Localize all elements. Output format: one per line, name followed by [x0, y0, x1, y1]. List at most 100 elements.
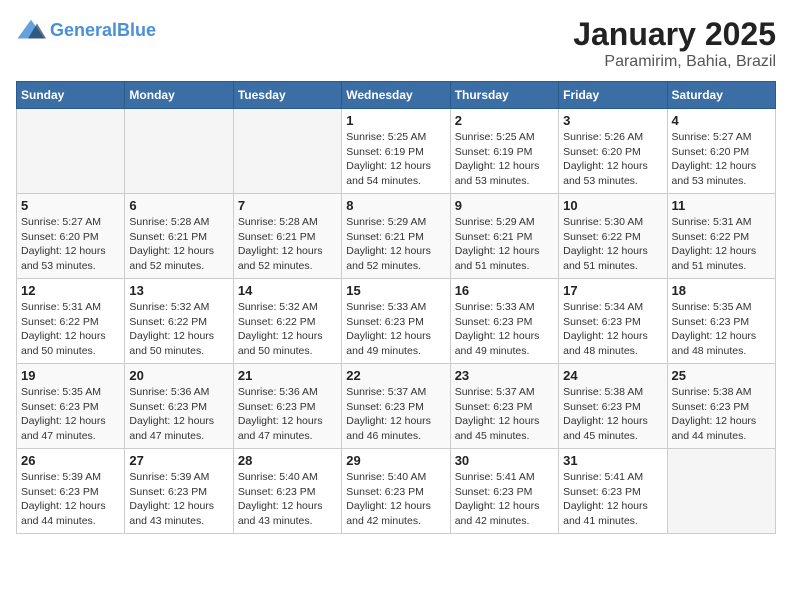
day-number: 23	[455, 368, 554, 383]
day-number: 27	[129, 453, 228, 468]
day-info: Sunrise: 5:33 AM Sunset: 6:23 PM Dayligh…	[346, 300, 445, 359]
calendar-header-row: Sunday Monday Tuesday Wednesday Thursday…	[17, 82, 776, 109]
table-row: 2Sunrise: 5:25 AM Sunset: 6:19 PM Daylig…	[450, 109, 558, 194]
table-row: 10 Sunrise: 5:30 AM Sunset: 6:22 PM Dayli…	[559, 194, 667, 279]
day-info: Sunrise: 5:31 AM Sunset: 6:22 PM Dayligh…	[21, 300, 120, 359]
table-row: 5 Sunrise: 5:27 AM Sunset: 6:20 PM Daylig…	[17, 194, 125, 279]
table-row: 1 Sunrise: 5:25 AM Sunset: 6:19 PM Daylig…	[342, 109, 450, 194]
table-row: 9Sunrise: 5:29 AM Sunset: 6:21 PM Daylig…	[450, 194, 558, 279]
day-number: 14	[238, 283, 337, 298]
table-row: 25 Sunrise: 5:38 AM Sunset: 6:23 PM Dayli…	[667, 364, 775, 449]
day-number: 6	[129, 198, 228, 213]
col-thursday: Thursday	[450, 82, 558, 109]
calendar-week-row: 5 Sunrise: 5:27 AM Sunset: 6:20 PM Daylig…	[17, 194, 776, 279]
location-subtitle: Paramirim, Bahia, Brazil	[573, 53, 776, 71]
day-number: 28	[238, 453, 337, 468]
table-row: 26 Sunrise: 5:39 AM Sunset: 6:23 PM Dayli…	[17, 449, 125, 534]
table-row	[125, 109, 233, 194]
col-monday: Monday	[125, 82, 233, 109]
day-info: Sunrise: 5:27 AM Sunset: 6:20 PM Dayligh…	[21, 215, 120, 274]
col-tuesday: Tuesday	[233, 82, 341, 109]
table-row	[667, 449, 775, 534]
day-info: Sunrise: 5:30 AM Sunset: 6:22 PM Dayligh…	[563, 215, 662, 274]
day-info: Sunrise: 5:25 AM Sunset: 6:19 PM Dayligh…	[455, 130, 554, 189]
calendar-table: Sunday Monday Tuesday Wednesday Thursday…	[16, 81, 776, 534]
day-info: Sunrise: 5:39 AM Sunset: 6:23 PM Dayligh…	[129, 470, 228, 529]
day-info: Sunrise: 5:31 AM Sunset: 6:22 PM Dayligh…	[672, 215, 771, 274]
calendar-week-row: 12Sunrise: 5:31 AM Sunset: 6:22 PM Dayli…	[17, 279, 776, 364]
day-info: Sunrise: 5:38 AM Sunset: 6:23 PM Dayligh…	[672, 385, 771, 444]
table-row: 27 Sunrise: 5:39 AM Sunset: 6:23 PM Dayli…	[125, 449, 233, 534]
logo-text: GeneralBlue	[50, 21, 156, 41]
day-number: 21	[238, 368, 337, 383]
day-info: Sunrise: 5:26 AM Sunset: 6:20 PM Dayligh…	[563, 130, 662, 189]
table-row: 22 Sunrise: 5:37 AM Sunset: 6:23 PM Dayli…	[342, 364, 450, 449]
table-row: 23Sunrise: 5:37 AM Sunset: 6:23 PM Dayli…	[450, 364, 558, 449]
table-row: 15Sunrise: 5:33 AM Sunset: 6:23 PM Dayli…	[342, 279, 450, 364]
day-number: 31	[563, 453, 662, 468]
table-row: 18Sunrise: 5:35 AM Sunset: 6:23 PM Dayli…	[667, 279, 775, 364]
day-number: 22	[346, 368, 445, 383]
day-number: 7	[238, 198, 337, 213]
calendar-week-row: 1 Sunrise: 5:25 AM Sunset: 6:19 PM Daylig…	[17, 109, 776, 194]
table-row: 28 Sunrise: 5:40 AM Sunset: 6:23 PM Dayli…	[233, 449, 341, 534]
day-info: Sunrise: 5:25 AM Sunset: 6:19 PM Dayligh…	[346, 130, 445, 189]
day-number: 16	[455, 283, 554, 298]
table-row: 30 Sunrise: 5:41 AM Sunset: 6:23 PM Dayli…	[450, 449, 558, 534]
day-info: Sunrise: 5:38 AM Sunset: 6:23 PM Dayligh…	[563, 385, 662, 444]
day-number: 10	[563, 198, 662, 213]
day-number: 29	[346, 453, 445, 468]
col-wednesday: Wednesday	[342, 82, 450, 109]
day-number: 11	[672, 198, 771, 213]
logo: GeneralBlue	[16, 16, 156, 46]
day-info: Sunrise: 5:35 AM Sunset: 6:23 PM Dayligh…	[21, 385, 120, 444]
day-number: 18	[672, 283, 771, 298]
day-number: 26	[21, 453, 120, 468]
day-number: 3	[563, 113, 662, 128]
table-row: 7 Sunrise: 5:28 AM Sunset: 6:21 PM Daylig…	[233, 194, 341, 279]
day-number: 1	[346, 113, 445, 128]
col-friday: Friday	[559, 82, 667, 109]
table-row: 13 Sunrise: 5:32 AM Sunset: 6:22 PM Dayli…	[125, 279, 233, 364]
day-number: 20	[129, 368, 228, 383]
day-number: 8	[346, 198, 445, 213]
calendar-week-row: 26 Sunrise: 5:39 AM Sunset: 6:23 PM Dayli…	[17, 449, 776, 534]
table-row: 17 Sunrise: 5:34 AM Sunset: 6:23 PM Dayli…	[559, 279, 667, 364]
day-number: 30	[455, 453, 554, 468]
day-number: 19	[21, 368, 120, 383]
table-row: 3 Sunrise: 5:26 AM Sunset: 6:20 PM Daylig…	[559, 109, 667, 194]
day-number: 24	[563, 368, 662, 383]
day-info: Sunrise: 5:40 AM Sunset: 6:23 PM Dayligh…	[238, 470, 337, 529]
table-row: 4Sunrise: 5:27 AM Sunset: 6:20 PM Daylig…	[667, 109, 775, 194]
day-number: 17	[563, 283, 662, 298]
day-number: 13	[129, 283, 228, 298]
day-info: Sunrise: 5:37 AM Sunset: 6:23 PM Dayligh…	[346, 385, 445, 444]
day-info: Sunrise: 5:36 AM Sunset: 6:23 PM Dayligh…	[129, 385, 228, 444]
page-header: GeneralBlue January 2025 Paramirim, Bahi…	[16, 16, 776, 71]
day-info: Sunrise: 5:41 AM Sunset: 6:23 PM Dayligh…	[563, 470, 662, 529]
table-row: 20 Sunrise: 5:36 AM Sunset: 6:23 PM Dayli…	[125, 364, 233, 449]
table-row	[17, 109, 125, 194]
day-info: Sunrise: 5:41 AM Sunset: 6:23 PM Dayligh…	[455, 470, 554, 529]
day-info: Sunrise: 5:32 AM Sunset: 6:22 PM Dayligh…	[129, 300, 228, 359]
table-row: 24 Sunrise: 5:38 AM Sunset: 6:23 PM Dayli…	[559, 364, 667, 449]
day-info: Sunrise: 5:36 AM Sunset: 6:23 PM Dayligh…	[238, 385, 337, 444]
day-info: Sunrise: 5:39 AM Sunset: 6:23 PM Dayligh…	[21, 470, 120, 529]
table-row: 11 Sunrise: 5:31 AM Sunset: 6:22 PM Dayli…	[667, 194, 775, 279]
calendar-week-row: 19 Sunrise: 5:35 AM Sunset: 6:23 PM Dayli…	[17, 364, 776, 449]
day-number: 5	[21, 198, 120, 213]
table-row: 31 Sunrise: 5:41 AM Sunset: 6:23 PM Dayli…	[559, 449, 667, 534]
day-info: Sunrise: 5:28 AM Sunset: 6:21 PM Dayligh…	[129, 215, 228, 274]
title-section: January 2025 Paramirim, Bahia, Brazil	[573, 16, 776, 71]
col-saturday: Saturday	[667, 82, 775, 109]
day-info: Sunrise: 5:28 AM Sunset: 6:21 PM Dayligh…	[238, 215, 337, 274]
table-row	[233, 109, 341, 194]
day-info: Sunrise: 5:34 AM Sunset: 6:23 PM Dayligh…	[563, 300, 662, 359]
table-row: 29 Sunrise: 5:40 AM Sunset: 6:23 PM Dayli…	[342, 449, 450, 534]
col-sunday: Sunday	[17, 82, 125, 109]
day-number: 25	[672, 368, 771, 383]
day-info: Sunrise: 5:32 AM Sunset: 6:22 PM Dayligh…	[238, 300, 337, 359]
table-row: 16Sunrise: 5:33 AM Sunset: 6:23 PM Dayli…	[450, 279, 558, 364]
table-row: 6 Sunrise: 5:28 AM Sunset: 6:21 PM Daylig…	[125, 194, 233, 279]
day-info: Sunrise: 5:40 AM Sunset: 6:23 PM Dayligh…	[346, 470, 445, 529]
